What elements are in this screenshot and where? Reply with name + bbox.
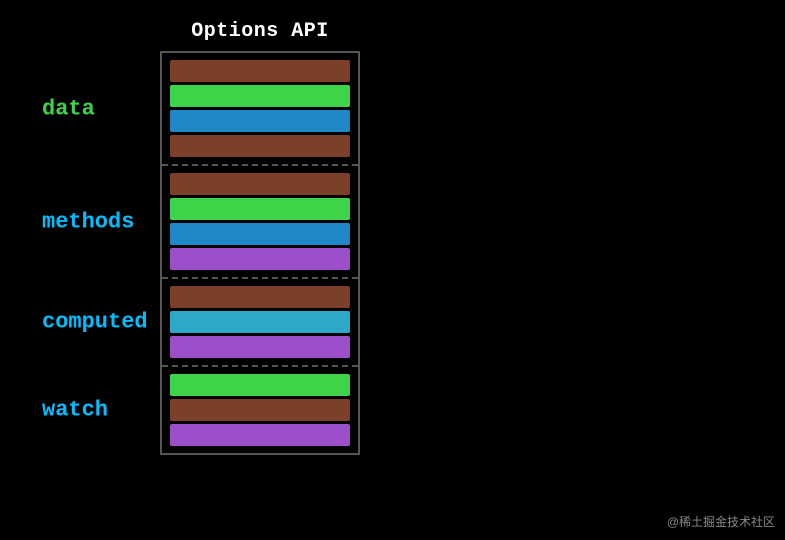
section-computed: computed <box>162 279 358 367</box>
bar-computed-1 <box>170 286 350 308</box>
section-data: data <box>162 53 358 166</box>
bar-methods-1 <box>170 173 350 195</box>
watermark: @稀土掘金技术社区 <box>667 513 775 530</box>
bar-computed-3 <box>170 336 350 358</box>
bar-watch-1 <box>170 374 350 396</box>
bar-data-4 <box>170 135 350 157</box>
label-computed: computed <box>42 310 148 335</box>
bar-watch-2 <box>170 399 350 421</box>
options-api-panel: Options API data methods computed wat <box>160 20 360 455</box>
section-methods: methods <box>162 166 358 279</box>
label-data: data <box>42 96 95 121</box>
panel-title: Options API <box>160 20 360 43</box>
bar-data-2 <box>170 85 350 107</box>
bar-methods-2 <box>170 198 350 220</box>
label-watch: watch <box>42 398 108 423</box>
panel-box: data methods computed watch <box>160 51 360 455</box>
bar-computed-2 <box>170 311 350 333</box>
bar-watch-3 <box>170 424 350 446</box>
bar-methods-4 <box>170 248 350 270</box>
bar-data-3 <box>170 110 350 132</box>
bar-data-1 <box>170 60 350 82</box>
label-methods: methods <box>42 209 134 234</box>
bar-methods-3 <box>170 223 350 245</box>
section-watch: watch <box>162 367 358 455</box>
